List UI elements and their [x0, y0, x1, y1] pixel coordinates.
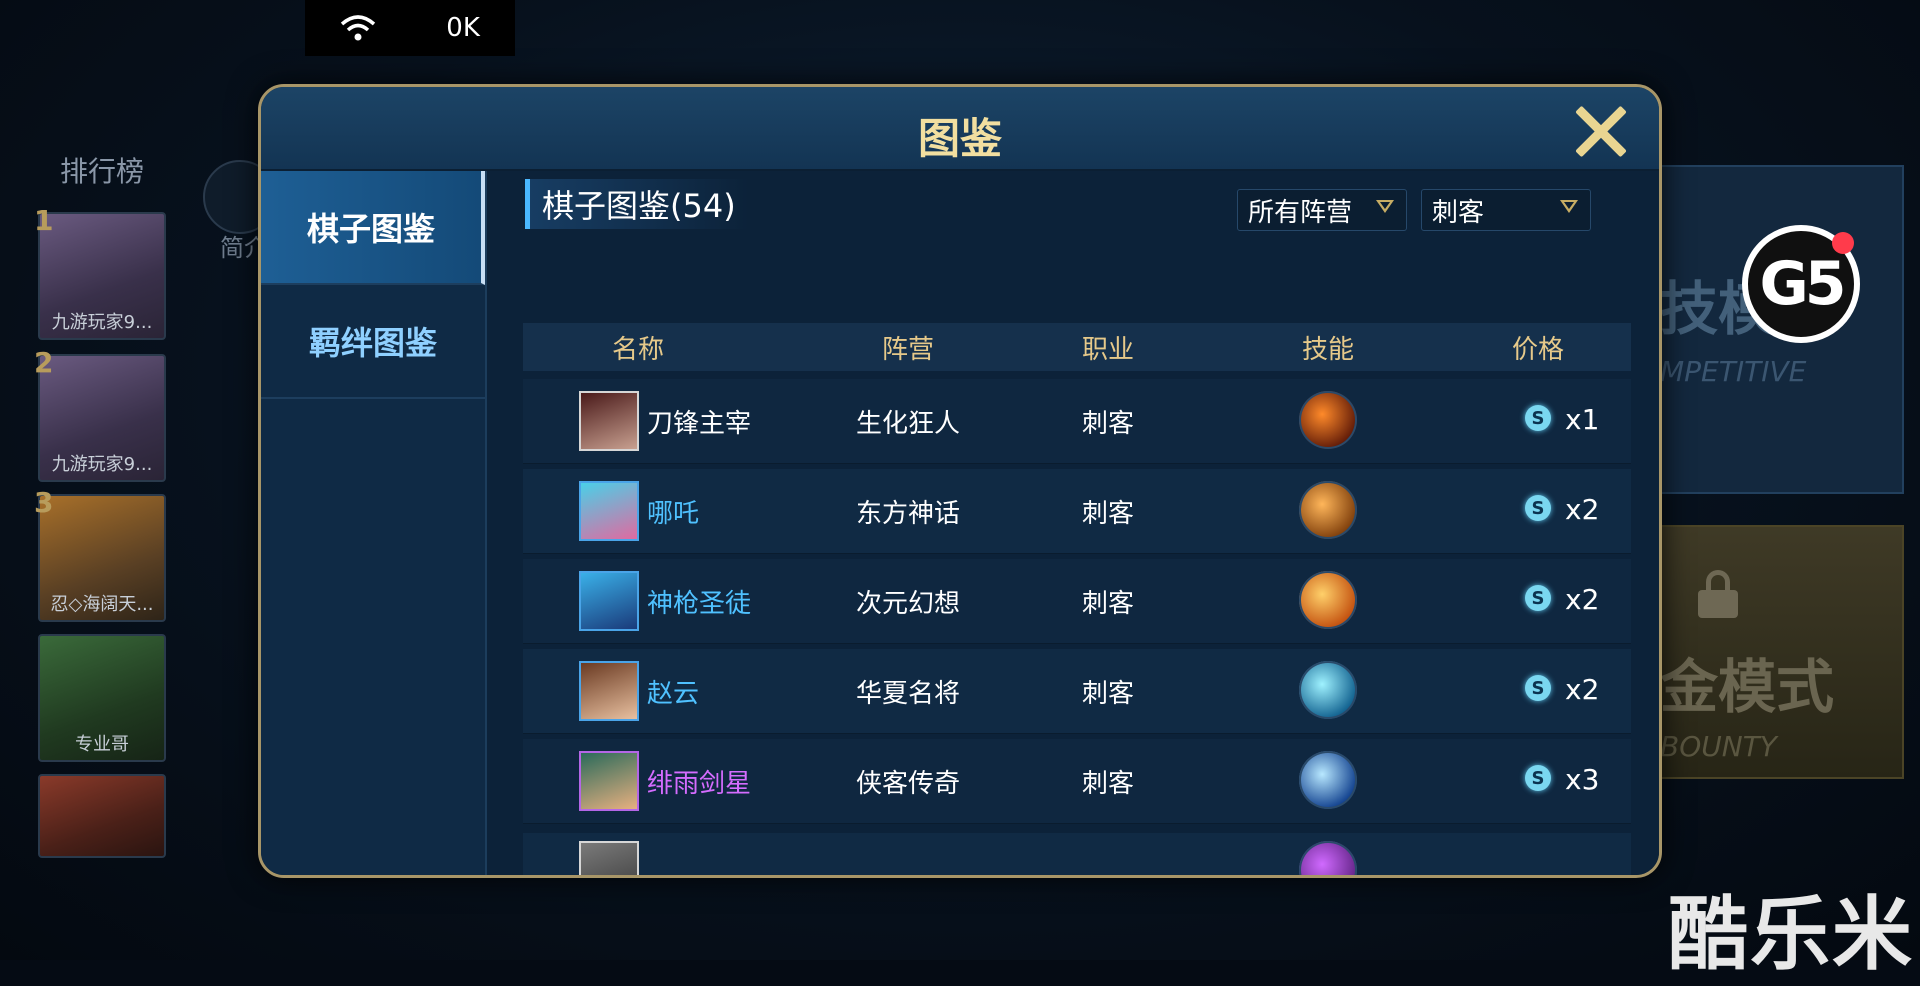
- hero-avatar: [579, 751, 639, 811]
- column-header-price: 价格: [1511, 334, 1564, 365]
- coin-icon: S: [1525, 585, 1551, 611]
- bounty-mode-subtitle: BOUNTY: [1660, 730, 1777, 763]
- rank-number: 3: [34, 486, 54, 519]
- coin-icon: S: [1525, 495, 1551, 521]
- leaderboard-title: 排行榜: [60, 155, 145, 188]
- table-row[interactable]: 神枪圣徒 次元幻想 刺客 S x2: [523, 559, 1631, 644]
- competitive-mode-subtitle: MPETITIVE: [1660, 355, 1807, 388]
- coin-icon: S: [1525, 675, 1551, 701]
- rank-number: 1: [34, 204, 54, 237]
- table-row[interactable]: 刀锋主宰 生化狂人 刺客 S x1: [523, 379, 1631, 464]
- table-row-partial[interactable]: [523, 833, 1631, 875]
- column-header-skill: 技能: [1301, 334, 1354, 365]
- coin-icon: S: [1525, 765, 1551, 791]
- hero-price: x2: [1565, 583, 1600, 616]
- wifi-icon: [340, 15, 376, 41]
- watermark: 酷乐米: [1668, 888, 1914, 981]
- player-name: 忍◇海阔天...: [50, 594, 154, 615]
- hero-faction: 次元幻想: [855, 589, 960, 619]
- player-name: 九游玩家9...: [51, 312, 153, 333]
- table-row[interactable]: 哪吒 东方神话 刺客 S x2: [523, 469, 1631, 554]
- hero-price: x1: [1565, 403, 1600, 436]
- class-filter-dropdown[interactable]: 刺客: [1421, 189, 1591, 231]
- bounty-mode-title: 金模式: [1660, 653, 1835, 721]
- hero-class: 刺客: [1081, 769, 1134, 799]
- player-name: 专业哥: [75, 734, 129, 755]
- leaderboard-item[interactable]: 3 忍◇海阔天...: [34, 486, 166, 622]
- hero-avatar: [579, 481, 639, 541]
- faction-filter-value: 所有阵营: [1248, 197, 1353, 228]
- coin-icon: S: [1525, 405, 1551, 431]
- column-header-class: 职业: [1081, 334, 1134, 365]
- hero-class: 刺客: [1081, 679, 1134, 709]
- player-name: 九游玩家9...: [51, 454, 153, 475]
- hero-avatar: [579, 661, 639, 721]
- leaderboard-item[interactable]: 专业哥: [38, 634, 166, 762]
- chevron-down-icon: [1376, 200, 1394, 213]
- tab-chess-collection[interactable]: 棋子图鉴: [261, 171, 485, 285]
- sidebar: 棋子图鉴 羁绊图鉴: [261, 171, 487, 875]
- skill-icon[interactable]: [1299, 661, 1357, 719]
- rank-number: 2: [34, 346, 54, 379]
- hero-faction: 生化狂人: [855, 409, 960, 439]
- faction-filter-dropdown[interactable]: 所有阵营: [1237, 189, 1407, 231]
- notification-dot: [1832, 232, 1854, 254]
- hero-name: 赵云: [647, 679, 700, 709]
- column-header-name: 名称: [611, 334, 664, 365]
- skill-icon[interactable]: [1299, 571, 1357, 629]
- leaderboard-item[interactable]: [38, 774, 166, 858]
- hero-avatar: [579, 571, 639, 631]
- collection-modal: 图鉴 棋子图鉴 羁绊图鉴 棋子图鉴(54) 所有阵营 刺客 名称 阵营 职业 技…: [258, 84, 1662, 878]
- hero-avatar: [579, 841, 639, 875]
- hero-name: 神枪圣徒: [647, 589, 752, 619]
- hero-faction: 华夏名将: [855, 679, 960, 709]
- table-header: 名称 阵营 职业 技能 价格: [523, 323, 1631, 371]
- hero-price: x3: [1565, 763, 1600, 796]
- tab-bond-collection[interactable]: 羁绊图鉴: [261, 285, 485, 399]
- lock-icon: [1698, 570, 1738, 618]
- column-header-faction: 阵营: [881, 334, 934, 365]
- hero-class: 刺客: [1081, 499, 1134, 529]
- chevron-down-icon: [1560, 200, 1578, 213]
- leaderboard-item[interactable]: 2 九游玩家9...: [34, 346, 166, 482]
- status-bar: 0K: [305, 0, 515, 56]
- hero-name: 绯雨剑星: [647, 769, 752, 799]
- skill-icon[interactable]: [1299, 751, 1357, 809]
- hero-avatar: [579, 391, 639, 451]
- close-icon[interactable]: [1573, 103, 1629, 159]
- leaderboard-item[interactable]: 1 九游玩家9...: [34, 204, 166, 340]
- hero-faction: 侠客传奇: [855, 769, 960, 799]
- table-row[interactable]: 赵云 华夏名将 刺客 S x2: [523, 649, 1631, 734]
- hero-price: x2: [1565, 673, 1600, 706]
- skill-icon: [1299, 841, 1357, 875]
- class-filter-value: 刺客: [1432, 197, 1485, 228]
- skill-icon[interactable]: [1299, 481, 1357, 539]
- hero-class: 刺客: [1081, 409, 1134, 439]
- hero-class: 刺客: [1081, 589, 1134, 619]
- skill-icon[interactable]: [1299, 391, 1357, 449]
- hero-faction: 东方神话: [855, 499, 960, 529]
- modal-title: 图鉴: [917, 114, 1002, 163]
- hero-name: 刀锋主宰: [647, 409, 752, 439]
- section-title: 棋子图鉴(54): [525, 179, 748, 229]
- modal-header: 图鉴: [261, 87, 1659, 171]
- hero-price: x2: [1565, 493, 1600, 526]
- hero-name: 哪吒: [647, 499, 700, 529]
- table-row[interactable]: 绯雨剑星 侠客传奇 刺客 S x3: [523, 739, 1631, 824]
- network-speed: 0K: [446, 13, 480, 43]
